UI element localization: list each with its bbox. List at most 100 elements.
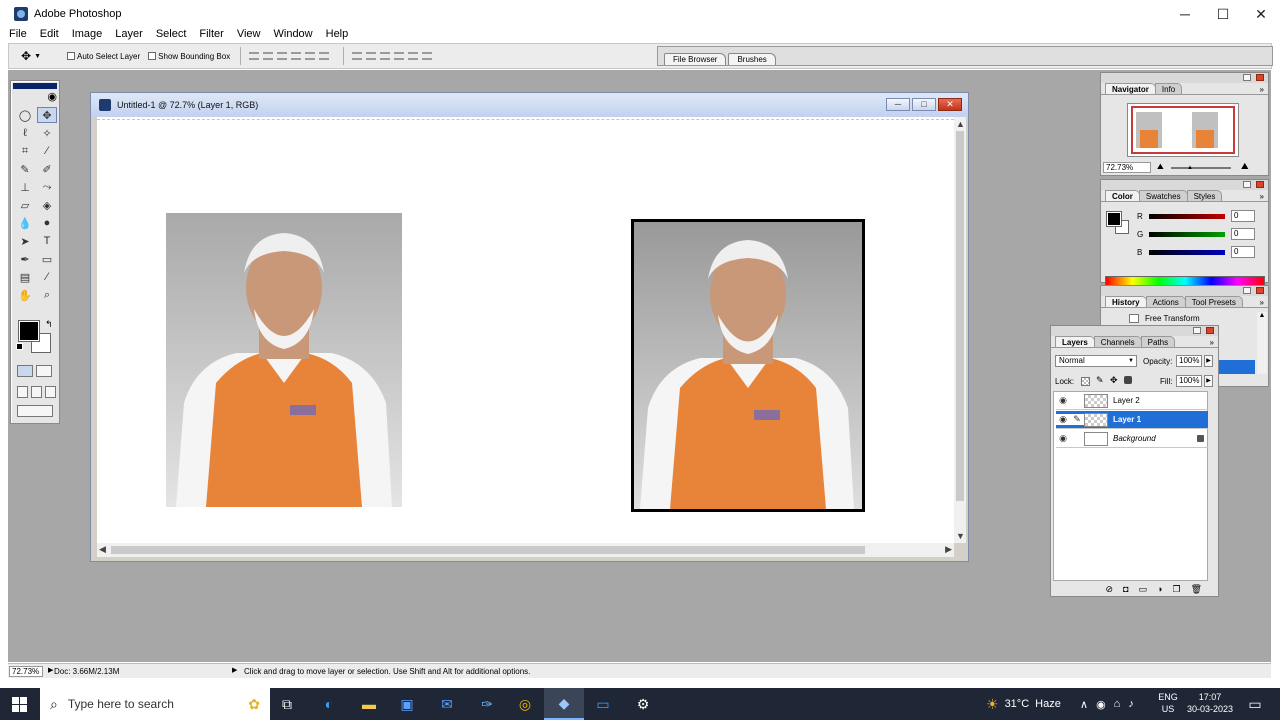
paint-bucket-tool-icon[interactable]: ◈	[37, 197, 57, 213]
blue-value[interactable]: 0	[1231, 246, 1255, 258]
navigator-view-box[interactable]	[1131, 106, 1235, 154]
lock-transparency-icon[interactable]	[1081, 377, 1090, 386]
layer-mask-icon[interactable]: ◘	[1123, 584, 1128, 594]
blue-slider-track[interactable]	[1149, 249, 1225, 255]
blue-slider[interactable]: B 0	[1137, 246, 1255, 258]
start-button-icon[interactable]	[12, 697, 27, 712]
zoom-out-icon[interactable]: ⛰	[1157, 162, 1164, 172]
doc-size-arrow-icon[interactable]: ▶	[48, 666, 53, 674]
opacity-field[interactable]: 100%	[1176, 355, 1202, 367]
menu-filter[interactable]: Filter	[199, 26, 223, 42]
healing-brush-tool-icon[interactable]: ✎	[15, 161, 35, 177]
portrait-photo-layer-2[interactable]	[166, 213, 402, 507]
new-layer-set-icon[interactable]: ▭	[1139, 584, 1148, 595]
tab-color[interactable]: Color	[1105, 190, 1140, 201]
menu-image[interactable]: Image	[72, 26, 103, 42]
history-state-row[interactable]: Free Transform	[1103, 312, 1255, 324]
crop-tool-icon[interactable]: ⌗	[15, 143, 35, 159]
layer-row-layer-2[interactable]: ◉ Layer 2	[1056, 392, 1208, 410]
quick-mask-mode-icon[interactable]	[36, 365, 52, 377]
edge-browser-icon[interactable]: ◐	[318, 694, 340, 714]
eye-icon[interactable]: ◉	[1056, 414, 1070, 425]
distribute-top-icon[interactable]	[352, 52, 363, 60]
menu-layer[interactable]: Layer	[115, 26, 143, 42]
eye-icon[interactable]: ◉	[1056, 433, 1070, 444]
slice-tool-icon[interactable]: ⁄	[37, 143, 57, 159]
eraser-tool-icon[interactable]: ▱	[15, 197, 35, 213]
panel-minimize-icon[interactable]	[1193, 327, 1201, 334]
pen-tool-icon[interactable]: ✒	[15, 251, 35, 267]
tab-channels[interactable]: Channels	[1093, 336, 1142, 347]
layer-row-background[interactable]: ◉ Background	[1056, 430, 1208, 448]
document-minimize-button[interactable]: ─	[886, 98, 910, 111]
tab-actions[interactable]: Actions	[1145, 296, 1186, 307]
shape-tool-icon[interactable]: ▭	[37, 251, 57, 267]
panel-close-icon[interactable]	[1256, 74, 1264, 81]
panel-close-icon[interactable]	[1256, 287, 1264, 294]
move-tool-preset-picker[interactable]: ✥ ▼	[21, 49, 63, 63]
document-maximize-button[interactable]: □	[912, 98, 936, 111]
full-screen-menu-mode-icon[interactable]	[31, 386, 42, 398]
navigator-thumbnail[interactable]	[1127, 103, 1239, 157]
foreground-color-swatch[interactable]	[18, 320, 40, 342]
align-top-icon[interactable]	[249, 52, 260, 60]
fill-field[interactable]: 100%	[1176, 375, 1202, 387]
eye-icon[interactable]: ◉	[1056, 395, 1070, 406]
menu-edit[interactable]: Edit	[40, 26, 59, 42]
minimize-button[interactable]: ─	[1166, 0, 1204, 28]
document-title-bar[interactable]: Untitled-1 @ 72.7% (Layer 1, RGB) ─ □ ✕	[91, 93, 968, 117]
scroll-down-arrow-icon[interactable]: ▼	[956, 531, 965, 541]
tab-paths[interactable]: Paths	[1140, 336, 1176, 347]
distribute-bottom-icon[interactable]	[380, 52, 391, 60]
distribute-hcenter-icon[interactable]	[408, 52, 419, 60]
notification-icon[interactable]: ▭	[1244, 694, 1266, 714]
microsoft-store-icon[interactable]: ▣	[396, 694, 418, 714]
panel-minimize-icon[interactable]	[1243, 74, 1251, 81]
align-vcenter-icon[interactable]	[263, 52, 274, 60]
weather-widget[interactable]: ☀ 31°C Haze	[986, 688, 1061, 720]
blend-mode-select[interactable]: Normal ▼	[1055, 355, 1137, 367]
distribute-left-icon[interactable]	[394, 52, 405, 60]
adjustment-layer-icon[interactable]: ◑	[1157, 584, 1162, 594]
hand-tool-icon[interactable]: ✋	[15, 287, 35, 303]
menu-view[interactable]: View	[237, 26, 261, 42]
history-brush-tool-icon[interactable]: ⤳	[37, 179, 57, 195]
panel-menu-arrow-icon[interactable]: »	[1260, 298, 1264, 307]
checkbox-box[interactable]	[148, 52, 157, 60]
align-left-icon[interactable]	[291, 52, 302, 60]
move-tool-icon[interactable]: ✥	[37, 107, 57, 123]
notes-tool-icon[interactable]: ▤	[15, 269, 35, 285]
toolbox-header[interactable]	[13, 83, 57, 89]
tab-tool-presets[interactable]: Tool Presets	[1184, 296, 1243, 307]
zoom-slider[interactable]	[1171, 167, 1231, 169]
distribute-right-icon[interactable]	[422, 52, 433, 60]
record-icon[interactable]: ◉	[1096, 698, 1106, 711]
scroll-right-arrow-icon[interactable]: ▶	[945, 544, 952, 555]
show-hidden-icons-icon[interactable]: ∧	[1080, 698, 1088, 711]
auto-select-layer-checkbox[interactable]: Auto Select Layer	[67, 52, 140, 61]
menu-select[interactable]: Select	[156, 26, 187, 42]
type-tool-icon[interactable]: T	[37, 233, 57, 249]
green-slider[interactable]: G 0	[1137, 228, 1255, 240]
stylus-app-icon[interactable]: ✑	[476, 694, 498, 714]
standard-screen-mode-icon[interactable]	[17, 386, 28, 398]
show-bounding-box-checkbox[interactable]: Show Bounding Box	[148, 52, 230, 61]
tab-info[interactable]: Info	[1154, 83, 1183, 94]
magic-wand-tool-icon[interactable]: ✧	[37, 125, 57, 141]
file-browser-tab[interactable]: File Browser	[664, 53, 727, 65]
clock[interactable]: 17:07 30-03-2023	[1184, 691, 1236, 715]
tab-styles[interactable]: Styles	[1186, 190, 1223, 201]
scroll-left-arrow-icon[interactable]: ◀	[99, 544, 106, 555]
horizontal-scrollbar[interactable]: ◀ ▶	[97, 543, 954, 557]
history-selected-state[interactable]	[1219, 360, 1255, 374]
eyedropper-tool-icon[interactable]: ⁄	[37, 269, 57, 285]
photoshop-taskbar-icon[interactable]: ◆	[544, 688, 584, 720]
swap-colors-icon[interactable]: ↰	[45, 319, 53, 330]
panel-close-icon[interactable]	[1256, 181, 1264, 188]
vertical-scroll-thumb[interactable]	[956, 131, 964, 501]
lasso-tool-icon[interactable]: ℓ	[15, 125, 35, 141]
lock-all-icon[interactable]	[1124, 376, 1132, 384]
zoom-slider-thumb[interactable]: ▲	[1187, 165, 1193, 171]
scroll-up-arrow-icon[interactable]: ▲	[956, 119, 965, 129]
layer-row-layer-1[interactable]: ◉ ✎ Layer 1	[1056, 411, 1208, 429]
